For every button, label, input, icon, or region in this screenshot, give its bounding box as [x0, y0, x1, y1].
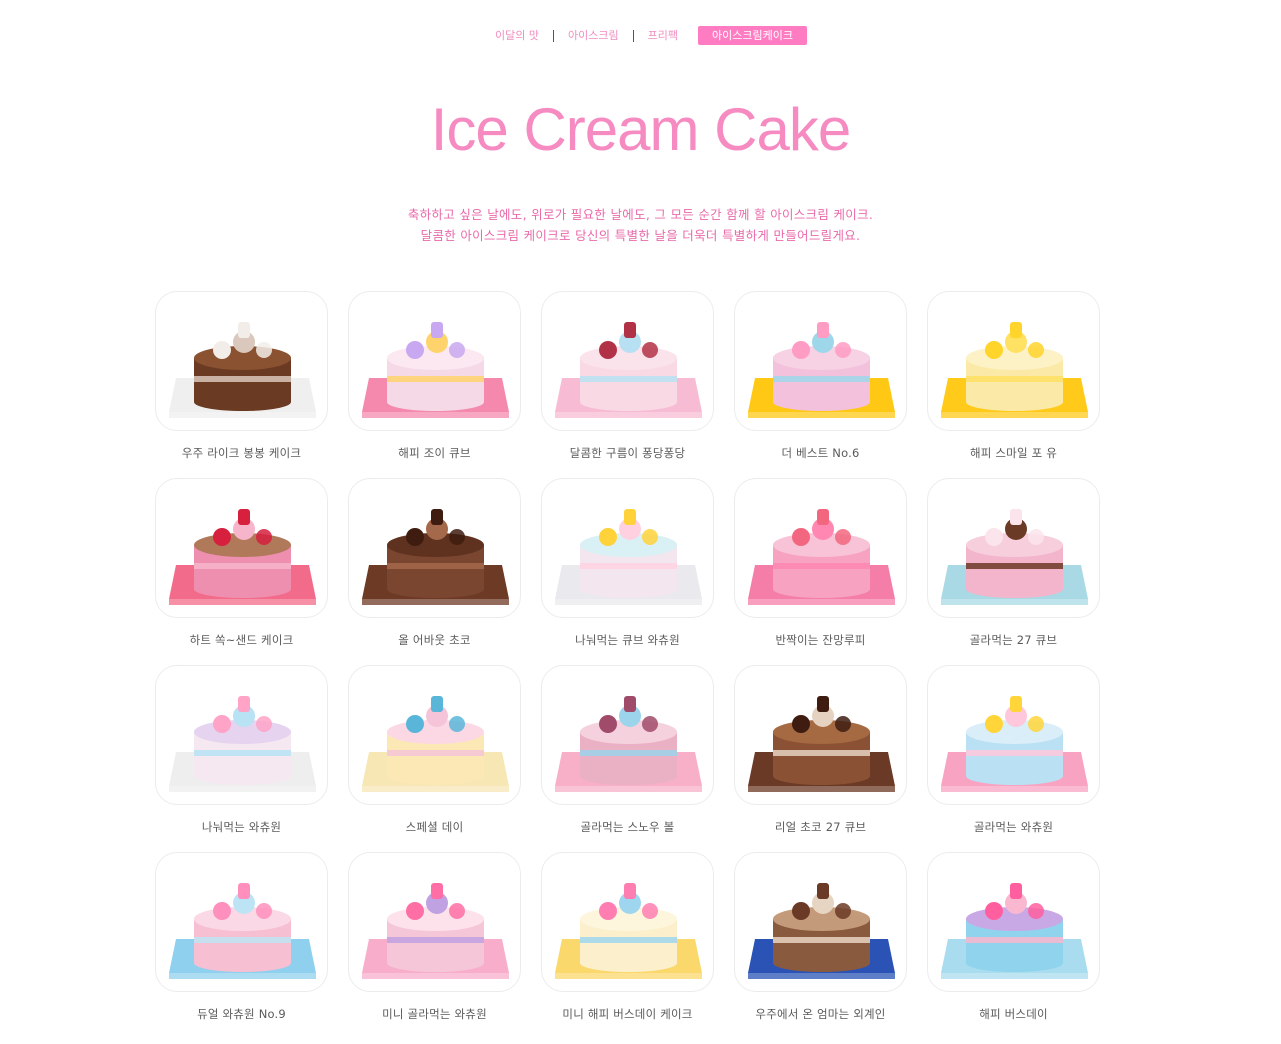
product-grid: 우주 라이크 봉봉 케이크 해피 조이 큐브 달콤한 구름이 퐁당퐁당 더 베스트 N… [155, 291, 1100, 1039]
cake-illustration [941, 883, 1088, 979]
product-card[interactable]: 듀얼 와츄원 No.9 [155, 852, 328, 1039]
cake-illustration [748, 696, 895, 792]
subnav-ice-cream-cake[interactable]: 아이스크림케이크 [698, 26, 807, 45]
product-name[interactable]: 듀얼 와츄원 No.9 [155, 1006, 328, 1022]
cake-illustration [362, 696, 509, 792]
product-card[interactable]: 해피 스마일 포 유 [927, 291, 1100, 478]
product-card[interactable]: 미니 골라먹는 와츄원 [348, 852, 521, 1039]
product-card[interactable]: 달콤한 구름이 퐁당퐁당 [541, 291, 714, 478]
product-card[interactable]: 해피 버스데이 [927, 852, 1100, 1039]
product-image[interactable] [541, 478, 714, 618]
product-card[interactable]: 더 베스트 No.6 [734, 291, 907, 478]
product-image[interactable] [155, 852, 328, 992]
product-image[interactable] [348, 478, 521, 618]
intro-text: 축하하고 싶은 날에도, 위로가 필요한 날에도, 그 모든 순간 함께 할 아… [0, 204, 1281, 246]
cake-illustration [748, 322, 895, 418]
product-name[interactable]: 반짝이는 잔망루피 [734, 632, 907, 648]
product-image[interactable] [155, 478, 328, 618]
product-image[interactable] [734, 665, 907, 805]
product-name[interactable]: 골라먹는 27 큐브 [927, 632, 1100, 648]
cake-illustration [748, 509, 895, 605]
product-name[interactable]: 나눠먹는 와츄원 [155, 819, 328, 835]
cake-illustration [362, 883, 509, 979]
product-image[interactable] [155, 291, 328, 431]
product-card[interactable]: 스페셜 데이 [348, 665, 521, 852]
product-card[interactable]: 골라먹는 스노우 볼 [541, 665, 714, 852]
product-name[interactable]: 나눠먹는 큐브 와츄원 [541, 632, 714, 648]
product-card[interactable]: 반짝이는 잔망루피 [734, 478, 907, 665]
product-name[interactable]: 해피 버스데이 [927, 1006, 1100, 1022]
cake-illustration [169, 322, 316, 418]
intro-line-1: 축하하고 싶은 날에도, 위로가 필요한 날에도, 그 모든 순간 함께 할 아… [407, 207, 874, 222]
product-name[interactable]: 올 어바웃 초코 [348, 632, 521, 648]
product-image[interactable] [927, 665, 1100, 805]
intro-line-2: 달콤한 아이스크림 케이크로 당신의 특별한 날을 더욱더 특별하게 만들어드릴… [420, 228, 861, 243]
product-image[interactable] [348, 291, 521, 431]
product-card[interactable]: 골라먹는 27 큐브 [927, 478, 1100, 665]
product-image[interactable] [155, 665, 328, 805]
product-image[interactable] [348, 665, 521, 805]
product-card[interactable]: 미니 해피 버스데이 케이크 [541, 852, 714, 1039]
cake-illustration [941, 696, 1088, 792]
subnav-list: 이달의 맛 아이스크림 프리팩 아이스크림케이크 [481, 26, 807, 45]
cake-illustration [941, 509, 1088, 605]
product-image[interactable] [734, 291, 907, 431]
product-name[interactable]: 골라먹는 와츄원 [927, 819, 1100, 835]
product-card[interactable]: 나눠먹는 와츄원 [155, 665, 328, 852]
product-card[interactable]: 우주 라이크 봉봉 케이크 [155, 291, 328, 478]
subnav-prepack[interactable]: 프리팩 [634, 26, 692, 45]
cake-illustration [748, 883, 895, 979]
cake-illustration [555, 509, 702, 605]
product-card[interactable]: 해피 조이 큐브 [348, 291, 521, 478]
page-title: Ice Cream Cake [430, 96, 851, 163]
product-image[interactable] [541, 665, 714, 805]
cake-illustration [941, 322, 1088, 418]
cake-illustration [169, 696, 316, 792]
cake-illustration [362, 322, 509, 418]
product-name[interactable]: 골라먹는 스노우 볼 [541, 819, 714, 835]
product-image[interactable] [734, 478, 907, 618]
product-name[interactable]: 스페셜 데이 [348, 819, 521, 835]
product-name[interactable]: 미니 해피 버스데이 케이크 [541, 1006, 714, 1022]
product-name[interactable]: 하트 쏙~샌드 케이크 [155, 632, 328, 648]
category-subnav: 이달의 맛 아이스크림 프리팩 아이스크림케이크 [0, 26, 1281, 45]
product-card[interactable]: 리얼 초코 27 큐브 [734, 665, 907, 852]
product-name[interactable]: 우주 라이크 봉봉 케이크 [155, 445, 328, 461]
product-image[interactable] [927, 852, 1100, 992]
subnav-ice-cream[interactable]: 아이스크림 [554, 26, 633, 45]
cake-illustration [362, 509, 509, 605]
subnav-monthly-flavor[interactable]: 이달의 맛 [481, 26, 553, 45]
cake-illustration [555, 883, 702, 979]
product-name[interactable]: 해피 조이 큐브 [348, 445, 521, 461]
product-image[interactable] [927, 291, 1100, 431]
product-card[interactable]: 하트 쏙~샌드 케이크 [155, 478, 328, 665]
product-image[interactable] [927, 478, 1100, 618]
product-name[interactable]: 미니 골라먹는 와츄원 [348, 1006, 521, 1022]
product-card[interactable]: 올 어바웃 초코 [348, 478, 521, 665]
product-name[interactable]: 달콤한 구름이 퐁당퐁당 [541, 445, 714, 461]
product-name[interactable]: 해피 스마일 포 유 [927, 445, 1100, 461]
product-name[interactable]: 리얼 초코 27 큐브 [734, 819, 907, 835]
product-card[interactable]: 나눠먹는 큐브 와츄원 [541, 478, 714, 665]
product-name[interactable]: 우주에서 온 엄마는 외계인 [734, 1006, 907, 1022]
product-image[interactable] [541, 291, 714, 431]
product-card[interactable]: 골라먹는 와츄원 [927, 665, 1100, 852]
product-image[interactable] [541, 852, 714, 992]
product-name[interactable]: 더 베스트 No.6 [734, 445, 907, 461]
product-image[interactable] [348, 852, 521, 992]
product-card[interactable]: 우주에서 온 엄마는 외계인 [734, 852, 907, 1039]
cake-illustration [555, 696, 702, 792]
cake-illustration [169, 509, 316, 605]
cake-illustration [555, 322, 702, 418]
cake-illustration [169, 883, 316, 979]
product-image[interactable] [734, 852, 907, 992]
